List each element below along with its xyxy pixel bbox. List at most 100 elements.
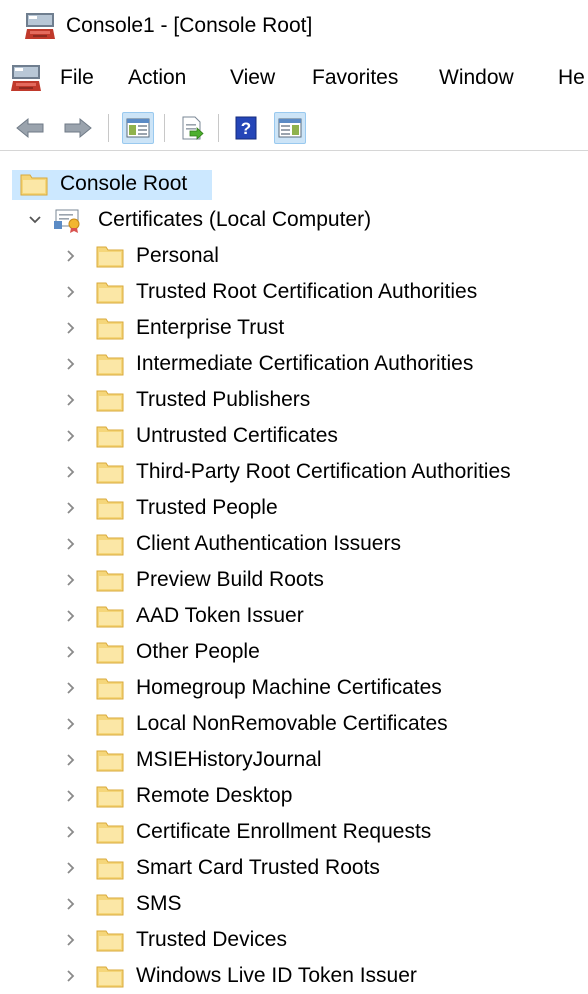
chevron-right-icon[interactable]	[62, 571, 80, 589]
menu-favorites[interactable]: Favorites	[312, 64, 398, 92]
folder-icon	[96, 354, 124, 376]
menu-help[interactable]: He	[558, 64, 585, 92]
folder-icon	[96, 714, 124, 736]
folder-icon	[96, 282, 124, 304]
chevron-right-icon[interactable]	[62, 355, 80, 373]
tree-item-label: Windows Live ID Token Issuer	[136, 964, 417, 987]
chevron-right-icon[interactable]	[62, 895, 80, 913]
tree-item[interactable]: Smart Card Trusted Roots	[0, 850, 588, 886]
chevron-right-icon[interactable]	[62, 643, 80, 661]
folder-icon	[96, 822, 124, 844]
show-hide-action-pane-icon	[278, 118, 302, 138]
back-button[interactable]	[14, 112, 46, 144]
tree-item-label: Trusted Devices	[136, 928, 287, 951]
chevron-right-icon[interactable]	[62, 679, 80, 697]
certificates-snapin-icon	[54, 209, 80, 233]
svg-text:?: ?	[241, 119, 251, 138]
folder-icon	[96, 318, 124, 340]
tree-item[interactable]: Preview Build Roots	[0, 562, 588, 598]
tree-item[interactable]: SMS	[0, 886, 588, 922]
folder-icon	[96, 246, 124, 268]
tree-item[interactable]: Personal	[0, 238, 588, 274]
chevron-right-icon[interactable]	[62, 931, 80, 949]
tree-item-label: Preview Build Roots	[136, 568, 324, 591]
mmc-app-icon	[25, 13, 55, 39]
chevron-right-icon[interactable]	[62, 499, 80, 517]
menu-bar: File Action View Favorites Window He	[0, 58, 588, 98]
folder-icon	[96, 750, 124, 772]
forward-icon	[64, 117, 92, 139]
forward-button[interactable]	[62, 112, 94, 144]
menu-view[interactable]: View	[230, 64, 275, 92]
tree-item[interactable]: Other People	[0, 634, 588, 670]
folder-icon	[96, 930, 124, 952]
tree-item[interactable]: Trusted Publishers	[0, 382, 588, 418]
folder-icon	[20, 174, 48, 196]
title-bar: Console1 - [Console Root]	[0, 0, 588, 52]
folder-icon	[96, 498, 124, 520]
chevron-right-icon[interactable]	[62, 751, 80, 769]
chevron-right-icon[interactable]	[62, 283, 80, 301]
tree-item[interactable]: Trusted Root Certification Authorities	[0, 274, 588, 310]
show-hide-action-pane-button[interactable]	[274, 112, 306, 144]
toolbar-separator	[218, 114, 219, 142]
chevron-down-icon[interactable]	[26, 211, 44, 229]
tree-item[interactable]: Windows Live ID Token Issuer	[0, 958, 588, 994]
mmc-system-menu-icon[interactable]	[10, 62, 42, 94]
tree-item[interactable]: Intermediate Certification Authorities	[0, 346, 588, 382]
chevron-right-icon[interactable]	[62, 535, 80, 553]
menu-action[interactable]: Action	[128, 64, 186, 92]
help-icon: ?	[235, 116, 257, 140]
tree-item-label: Enterprise Trust	[136, 316, 285, 339]
tree-item-label: Console Root	[60, 172, 188, 195]
chevron-right-icon[interactable]	[62, 463, 80, 481]
tree-item-certificates-local-computer[interactable]: Certificates (Local Computer)	[0, 202, 588, 238]
tree-item[interactable]: Local NonRemovable Certificates	[0, 706, 588, 742]
chevron-right-icon[interactable]	[62, 319, 80, 337]
tree-item[interactable]: Third-Party Root Certification Authoriti…	[0, 454, 588, 490]
chevron-right-icon[interactable]	[62, 247, 80, 265]
show-hide-console-tree-button[interactable]	[122, 112, 154, 144]
menu-file[interactable]: File	[60, 64, 94, 92]
menu-window[interactable]: Window	[439, 64, 514, 92]
tree-item-label: Remote Desktop	[136, 784, 293, 807]
tree-item-console-root[interactable]: Console Root	[0, 166, 588, 202]
folder-icon	[96, 462, 124, 484]
folder-icon	[96, 390, 124, 412]
tree-item-label: Smart Card Trusted Roots	[136, 856, 380, 879]
chevron-right-icon[interactable]	[62, 859, 80, 877]
chevron-right-icon[interactable]	[62, 427, 80, 445]
chevron-right-icon[interactable]	[62, 715, 80, 733]
tree-item-label: Certificate Enrollment Requests	[136, 820, 432, 843]
tree-item[interactable]: Untrusted Certificates	[0, 418, 588, 454]
tree-item[interactable]: Enterprise Trust	[0, 310, 588, 346]
tree-item[interactable]: Remote Desktop	[0, 778, 588, 814]
tree-item[interactable]: Trusted Devices	[0, 922, 588, 958]
help-button[interactable]: ?	[230, 112, 262, 144]
chevron-right-icon[interactable]	[62, 391, 80, 409]
tree-item-label: Client Authentication Issuers	[136, 532, 401, 555]
tree-item[interactable]: MSIEHistoryJournal	[0, 742, 588, 778]
tree-item-label: Other People	[136, 640, 260, 663]
chevron-right-icon[interactable]	[62, 823, 80, 841]
chevron-right-icon[interactable]	[62, 787, 80, 805]
tree-item[interactable]: AAD Token Issuer	[0, 598, 588, 634]
toolbar-separator	[108, 114, 109, 142]
tree-item-label: MSIEHistoryJournal	[136, 748, 322, 771]
chevron-right-icon[interactable]	[62, 607, 80, 625]
tree-item-label: Homegroup Machine Certificates	[136, 676, 442, 699]
tree-item-label: Intermediate Certification Authorities	[136, 352, 474, 375]
back-icon	[16, 117, 44, 139]
folder-icon	[96, 678, 124, 700]
chevron-right-icon[interactable]	[62, 967, 80, 985]
toolbar-divider	[0, 150, 588, 151]
tree-item[interactable]: Certificate Enrollment Requests	[0, 814, 588, 850]
tree-item[interactable]: Homegroup Machine Certificates	[0, 670, 588, 706]
tree-item[interactable]: Trusted People	[0, 490, 588, 526]
folder-icon	[96, 858, 124, 880]
export-list-button[interactable]	[176, 112, 208, 144]
folder-icon	[96, 894, 124, 916]
folder-icon	[96, 606, 124, 628]
tree-item[interactable]: Client Authentication Issuers	[0, 526, 588, 562]
tree-item-label: Local NonRemovable Certificates	[136, 712, 448, 735]
